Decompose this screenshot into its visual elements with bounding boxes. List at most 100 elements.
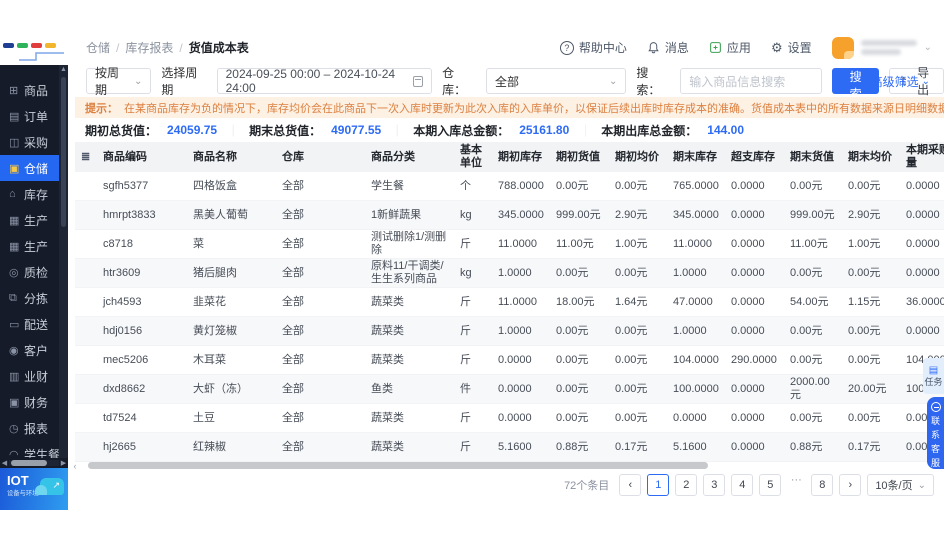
page-button-2[interactable]: 2 [675,474,698,496]
table-row[interactable]: dxd8662 大虾（冻） 全部 鱼类 件 0.0000 0.00元 0.00元 100.000… [75,375,944,404]
purchase-icon: ◫ [9,136,20,149]
table-row[interactable]: hdj0156 黄灯笼椒 全部 蔬菜类 斤 1.0000 0.00元 0.00元 1.0000 0… [75,317,944,346]
column-settings-icon[interactable]: ≣ [81,151,90,164]
warehouse-select[interactable]: 全部 ⌄ [486,68,627,94]
topnav: ? 帮助中心 消息 应用 ⚙ 设置 ⌄ [559,36,944,59]
app-logo [0,30,70,65]
table-cell: 猪后腿肉 [193,266,237,279]
sidebar-item-qc[interactable]: ◎质检› [0,259,68,285]
table-row[interactable]: td7524 土豆 全部 蔬菜类 斤 0.0000 0.00元 0.00元 0.0000 0.00… [75,404,944,433]
table-cell: 0.00元 [615,324,648,337]
table-cell: 斤 [460,237,471,250]
table-row[interactable]: sgfh5377 四格饭盒 全部 学生餐 个 788.0000 0.00元 0.00元 765.… [75,172,944,201]
advanced-filter-toggle[interactable]: 高级筛选 ⌄ [871,73,930,90]
sidebar-horizontal-scrollbar[interactable]: ◀ ▶ [0,458,68,468]
sorting-icon: ⧉ [9,291,17,304]
scroll-left-icon[interactable]: ‹ [70,461,80,471]
table-cell: 1.15元 [848,295,881,308]
column-header: 期末货值 [790,150,834,163]
sidebar-item-delivery[interactable]: ▭配送› [0,311,68,337]
sidebar-item-production[interactable]: ▦生产› [0,207,68,233]
table-row[interactable]: hmrpt3833 黑美人葡萄 全部 1新鲜蔬果 kg 345.0000 999.00元 2.… [75,201,944,230]
table-cell: 54.00元 [790,295,829,308]
qc-icon: ◎ [9,266,19,279]
sidebar-item-purchase[interactable]: ◫采购› [0,129,68,155]
table-cell: 0.00元 [790,179,823,192]
summary-label: 本期出库总金额： [601,123,698,138]
table-cell: 0.0000 [906,324,940,337]
sidebar-item-production-2[interactable]: ▦生产› [0,233,68,259]
table-cell: 0.0000 [906,237,940,250]
table-cell: 件 [460,382,471,395]
table-row[interactable]: hj2665 红辣椒 全部 蔬菜类 斤 5.1600 0.88元 0.17元 5.1600 0.0… [75,433,944,462]
scrollbar-thumb[interactable] [88,462,708,469]
scroll-right-icon[interactable]: ▶ [59,459,68,467]
sidebar-item-biz-finance[interactable]: ▥业财› [0,363,68,389]
sidebar-item-warehouse[interactable]: ▣仓储› [0,155,68,181]
page-button-8[interactable]: 8 [811,474,834,496]
page-button-4[interactable]: 4 [731,474,754,496]
page-button-1[interactable]: 1 [647,474,670,496]
production-icon: ▦ [9,214,20,227]
table-cell: 11.00元 [790,237,828,250]
sidebar-item-inventory[interactable]: ⌂库存› [0,181,68,207]
page-button-5[interactable]: 5 [759,474,782,496]
sidebar-item-student-meal[interactable]: ◠学生餐› [0,441,68,459]
table-cell: 0.0000 [731,440,765,453]
sidebar-vertical-scrollbar[interactable]: ▲ [59,65,68,458]
finance-icon: ▣ [9,396,20,409]
table-cell: 0.00元 [615,266,648,279]
settings-button[interactable]: ⚙ 设置 [771,39,812,56]
prev-page-button[interactable]: ‹ [619,474,642,496]
table-cell: 全部 [282,208,304,221]
table-cell: 5.1600 [498,440,532,453]
sidebar-item-products[interactable]: ⊞商品› [0,77,68,103]
table-horizontal-scrollbar[interactable]: ‹ › [70,461,944,471]
page-button-3[interactable]: 3 [703,474,726,496]
table-cell: 1.64元 [615,295,648,308]
user-menu[interactable]: ⌄ [831,36,932,59]
table-cell: 1.00元 [848,237,881,250]
table-cell: 47.0000 [673,295,713,308]
sidebar-item-orders[interactable]: ▤订单› [0,103,68,129]
table-cell: 0.0000 [498,382,532,395]
scroll-left-icon[interactable]: ◀ [0,459,9,467]
biz-finance-icon: ▥ [9,370,20,383]
contact-service-widget[interactable]: 联系客服 [927,397,944,469]
table-cell: 鱼类 [371,382,393,395]
table-cell: 0.0000 [498,353,532,366]
scrollbar-thumb[interactable] [11,460,47,466]
date-range-input[interactable]: 2024-09-25 00:00 – 2024-10-24 24:00 [216,67,433,95]
scroll-up-icon[interactable]: ▲ [59,65,68,75]
help-center-button[interactable]: ? 帮助中心 [559,39,627,56]
question-circle-icon: ? [559,40,574,55]
table-row[interactable]: mec5206 木耳菜 全部 蔬菜类 斤 0.0000 0.00元 0.00元 104.0000… [75,346,944,375]
table-row[interactable]: jch4593 韭菜花 全部 蔬菜类 斤 11.0000 18.00元 1.64元 47.000… [75,288,944,317]
total-count: 72个条目 [564,480,610,492]
column-header: 商品编码 [103,150,147,163]
task-widget[interactable]: ▤ 任务 [923,358,944,394]
sidebar-item-customers[interactable]: ◉客户› [0,337,68,363]
messages-button[interactable]: 消息 [647,39,689,56]
breadcrumb-item[interactable]: 库存报表 [125,39,173,56]
table-row[interactable]: htr3609 猪后腿肉 全部 原料11/干调类/生生系列商品 kg 1.0000 0.00… [75,259,944,288]
search-label: 搜索： [636,66,661,97]
table-row[interactable]: c8718 菜 全部 测试删除1/测删除斤 11.0000 11.00元 1.00元 11.0… [75,230,944,259]
search-input[interactable]: 输入商品信息搜索 [680,68,823,94]
iot-panel[interactable]: IOT 设备与环境 [0,468,68,510]
table-cell: 全部 [282,440,304,453]
apps-button[interactable]: 应用 [709,39,751,56]
sidebar-item-reports[interactable]: ◷报表› [0,415,68,441]
period-mode-select[interactable]: 按周期 ⌄ [86,66,152,97]
scrollbar-thumb[interactable] [61,77,66,227]
sidebar-item-sorting[interactable]: ⧉分拣› [0,285,68,311]
page-size-select[interactable]: 10条/页 ⌄ [867,474,934,496]
table-cell: 0.00元 [556,382,589,395]
reports-icon: ◷ [9,422,19,435]
table-cell: 斤 [460,353,471,366]
sidebar-item-finance[interactable]: ▣财务› [0,389,68,415]
next-page-button[interactable]: › [839,474,862,496]
breadcrumb-item[interactable]: 仓储 [86,39,110,56]
table-cell: 765.0000 [673,179,719,192]
table-cell: dxd8662 [103,382,146,395]
